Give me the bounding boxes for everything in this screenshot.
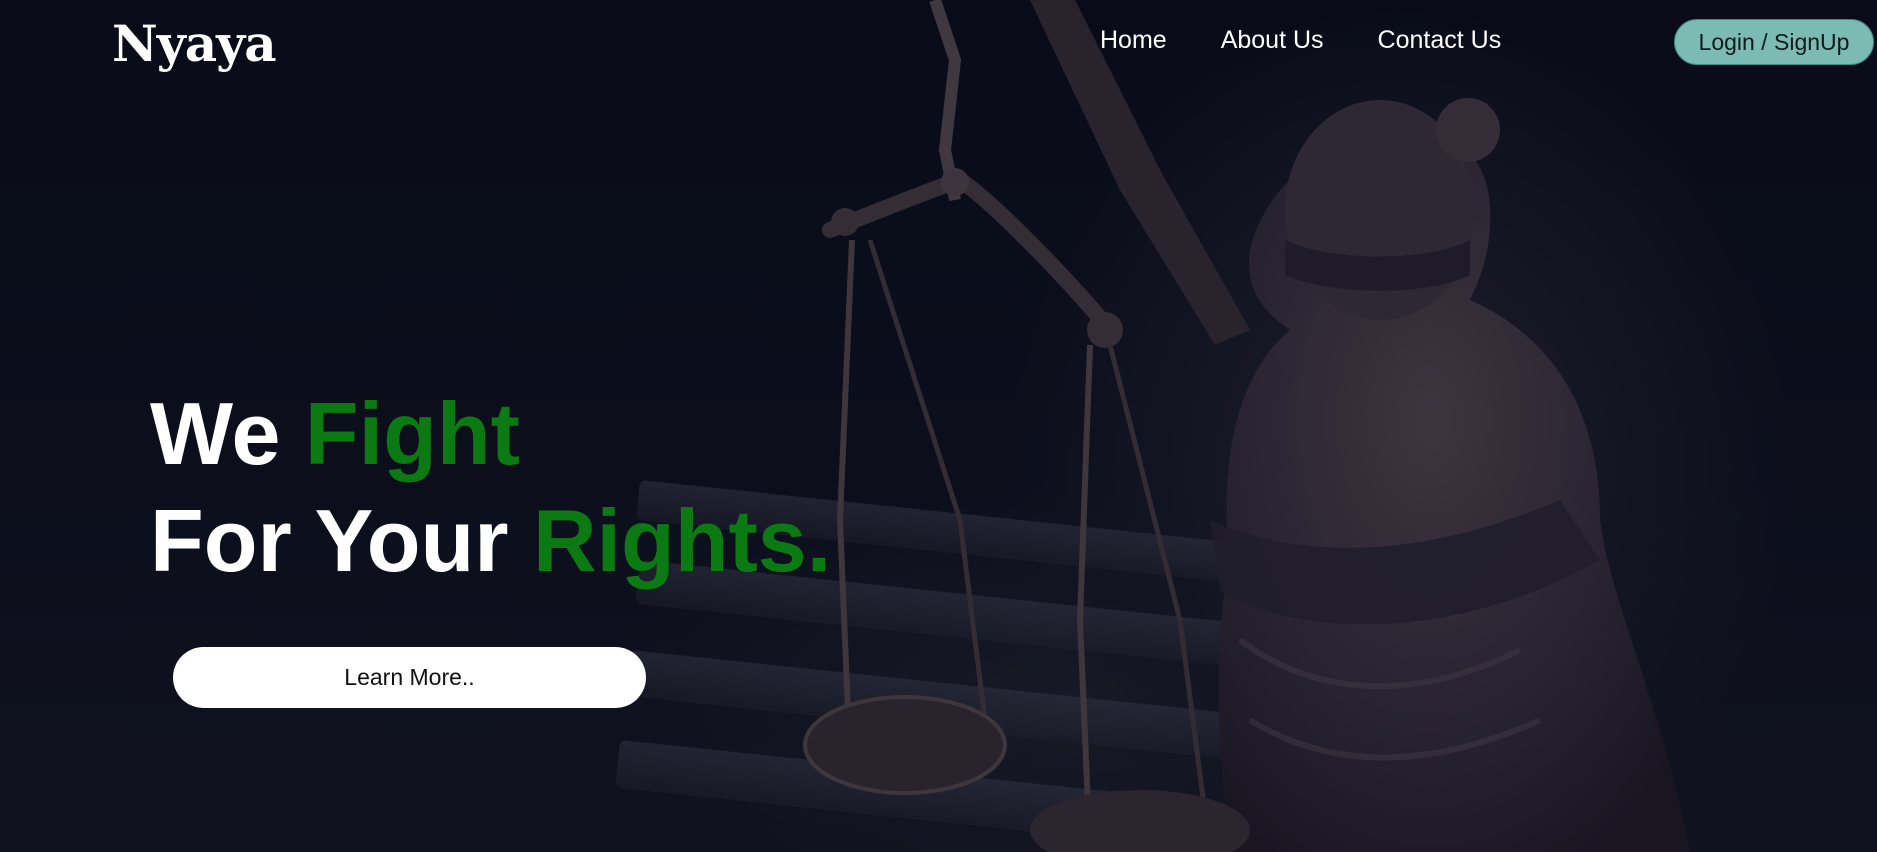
hero-line-2-text: For Your (150, 491, 533, 590)
hero-heading-line-2: For Your Rights. (150, 497, 831, 585)
nav-contact-link[interactable]: Contact Us (1378, 26, 1502, 55)
main-nav: Home About Us Contact Us (1100, 26, 1501, 55)
landing-page: Nyaya Home About Us Contact Us Login / S… (0, 0, 1877, 852)
login-signup-button[interactable]: Login / SignUp (1674, 19, 1874, 65)
brand-logo[interactable]: Nyaya (112, 14, 277, 73)
hero-line-2-accent: Rights. (532, 491, 832, 590)
hero-heading-line-1: We Fight (150, 390, 520, 478)
learn-more-button[interactable]: Learn More.. (173, 647, 646, 708)
nav-home-link[interactable]: Home (1100, 26, 1167, 55)
hero-line-1-accent: Fight (304, 384, 520, 483)
hero-line-1-text: We (150, 384, 305, 483)
nav-about-link[interactable]: About Us (1221, 26, 1324, 55)
